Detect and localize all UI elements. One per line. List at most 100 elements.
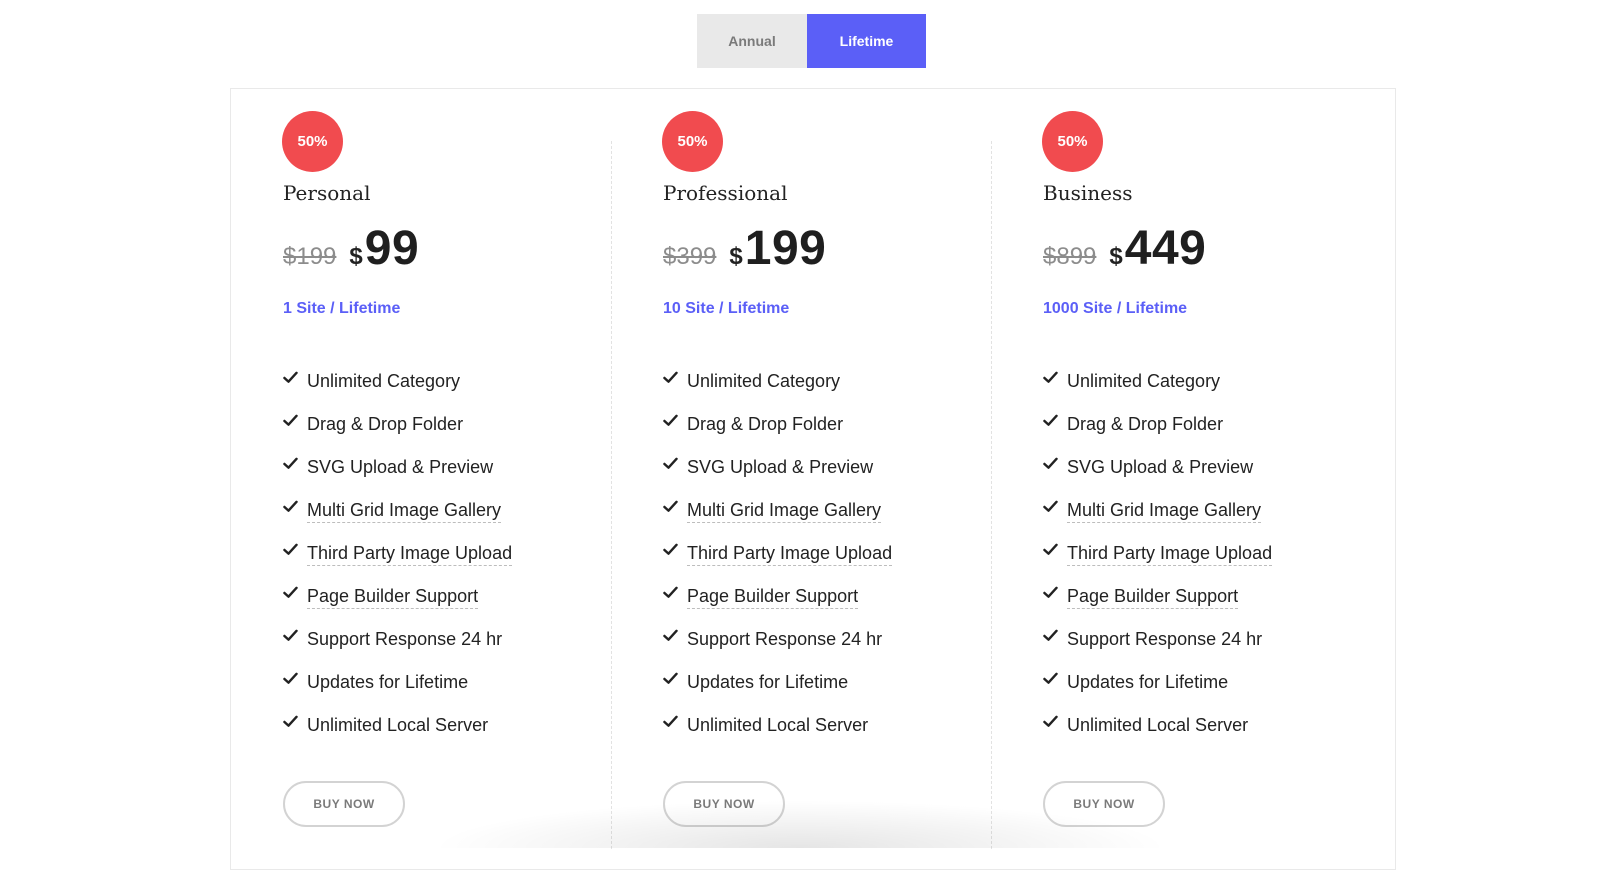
check-icon (1043, 457, 1058, 469)
old-price: $399 (663, 243, 717, 270)
feature-label: Unlimited Category (307, 371, 461, 391)
feature-item: Updates for Lifetime (1043, 670, 1272, 713)
feature-label: Unlimited Local Server (307, 715, 489, 735)
plan-period: 10 Site / Lifetime (663, 300, 790, 317)
plan-period: 1 Site / Lifetime (283, 300, 401, 317)
feature-label: Third Party Image Upload (687, 541, 893, 566)
check-icon (663, 629, 678, 641)
feature-label: Third Party Image Upload (1067, 541, 1273, 566)
feature-item: Unlimited Local Server (663, 713, 892, 756)
feature-item: Multi Grid Image Gallery (663, 498, 892, 541)
feature-label: Support Response 24 hr (307, 629, 503, 649)
feature-item: Support Response 24 hr (663, 627, 892, 670)
feature-item: Support Response 24 hr (1043, 627, 1272, 670)
check-icon (1043, 629, 1058, 641)
check-icon (283, 586, 298, 598)
check-icon (663, 500, 678, 512)
feature-item: Third Party Image Upload (283, 541, 513, 584)
feature-item: Support Response 24 hr (283, 627, 512, 670)
feature-label: Multi Grid Image Gallery (687, 498, 882, 523)
feature-item: Updates for Lifetime (663, 670, 892, 713)
price-amount: 99 (364, 222, 420, 275)
currency-symbol: $ (1109, 243, 1123, 270)
check-icon (283, 457, 298, 469)
feature-label: Drag & Drop Folder (1067, 414, 1224, 434)
feature-list: Unlimited Category Drag & Drop Folder SVG … (283, 369, 513, 756)
feature-label: Support Response 24 hr (687, 629, 883, 649)
old-price: $899 (1043, 243, 1097, 270)
feature-label: Third Party Image Upload (307, 541, 513, 566)
feature-item: Unlimited Category (1043, 369, 1272, 412)
plan-name: Personal (283, 181, 371, 205)
check-icon (1043, 715, 1058, 727)
discount-badge: 50% (662, 111, 723, 172)
price-amount: 449 (1124, 222, 1207, 275)
check-icon (1043, 414, 1058, 426)
check-icon (1043, 672, 1058, 684)
plan-name: Business (1043, 181, 1133, 205)
check-icon (283, 672, 298, 684)
feature-list: Unlimited Category Drag & Drop Folder SVG … (663, 369, 893, 756)
check-icon (283, 371, 298, 383)
feature-item: Page Builder Support (283, 584, 512, 627)
feature-label: SVG Upload & Preview (1067, 457, 1254, 477)
discount-badge: 50% (282, 111, 343, 172)
price-amount: 199 (744, 222, 827, 275)
feature-label: Page Builder Support (1067, 584, 1239, 609)
currency-symbol: $ (729, 243, 743, 270)
check-icon (283, 715, 298, 727)
feature-label: Multi Grid Image Gallery (307, 498, 502, 523)
feature-list: Unlimited Category Drag & Drop Folder SVG … (1043, 369, 1273, 756)
discount-badge: 50% (1042, 111, 1103, 172)
check-icon (1043, 371, 1058, 383)
check-icon (283, 629, 298, 641)
feature-item: Drag & Drop Folder (663, 412, 892, 455)
check-icon (283, 543, 298, 555)
check-icon (663, 715, 678, 727)
feature-item: Unlimited Local Server (1043, 713, 1272, 756)
feature-label: Drag & Drop Folder (307, 414, 464, 434)
feature-label: Updates for Lifetime (307, 672, 469, 692)
check-icon (663, 371, 678, 383)
feature-item: SVG Upload & Preview (663, 455, 892, 498)
check-icon (663, 586, 678, 598)
feature-item: Drag & Drop Folder (283, 412, 512, 455)
feature-item: SVG Upload & Preview (283, 455, 512, 498)
feature-item: Multi Grid Image Gallery (1043, 498, 1272, 541)
feature-item: Unlimited Category (663, 369, 892, 412)
lifetime-tab[interactable]: Lifetime (807, 14, 926, 68)
feature-label: Updates for Lifetime (1067, 672, 1229, 692)
check-icon (283, 414, 298, 426)
feature-label: Unlimited Local Server (687, 715, 869, 735)
buy-now-button[interactable]: BUY NOW (1043, 781, 1165, 827)
check-icon (663, 457, 678, 469)
feature-item: SVG Upload & Preview (1043, 455, 1272, 498)
annual-tab[interactable]: Annual (697, 14, 807, 68)
check-icon (663, 672, 678, 684)
plan-card-professional: 50% Professional $399 $ 199 10 Site / Li… (611, 89, 985, 849)
check-icon (283, 500, 298, 512)
price-block: $899 $ 449 (1043, 221, 1206, 276)
plan-period: 1000 Site / Lifetime (1043, 300, 1188, 317)
price-block: $399 $ 199 (663, 221, 826, 276)
old-price: $199 (283, 243, 337, 270)
feature-item: Unlimited Category (283, 369, 512, 412)
feature-label: SVG Upload & Preview (687, 457, 874, 477)
feature-item: Drag & Drop Folder (1043, 412, 1272, 455)
feature-item: Unlimited Local Server (283, 713, 512, 756)
check-icon (1043, 543, 1058, 555)
feature-item: Multi Grid Image Gallery (283, 498, 512, 541)
feature-label: SVG Upload & Preview (307, 457, 494, 477)
feature-item: Third Party Image Upload (1043, 541, 1273, 584)
buy-now-button[interactable]: BUY NOW (663, 781, 785, 827)
feature-label: Page Builder Support (687, 584, 859, 609)
currency-symbol: $ (349, 243, 363, 270)
feature-label: Support Response 24 hr (1067, 629, 1263, 649)
pricing-panel: 50% Personal $199 $ 99 1 Site / Lifetime… (230, 88, 1396, 870)
feature-label: Unlimited Category (687, 371, 841, 391)
feature-item: Page Builder Support (663, 584, 892, 627)
price-block: $199 $ 99 (283, 221, 419, 276)
billing-toggle: Annual Lifetime (697, 14, 926, 68)
buy-now-button[interactable]: BUY NOW (283, 781, 405, 827)
check-icon (1043, 500, 1058, 512)
